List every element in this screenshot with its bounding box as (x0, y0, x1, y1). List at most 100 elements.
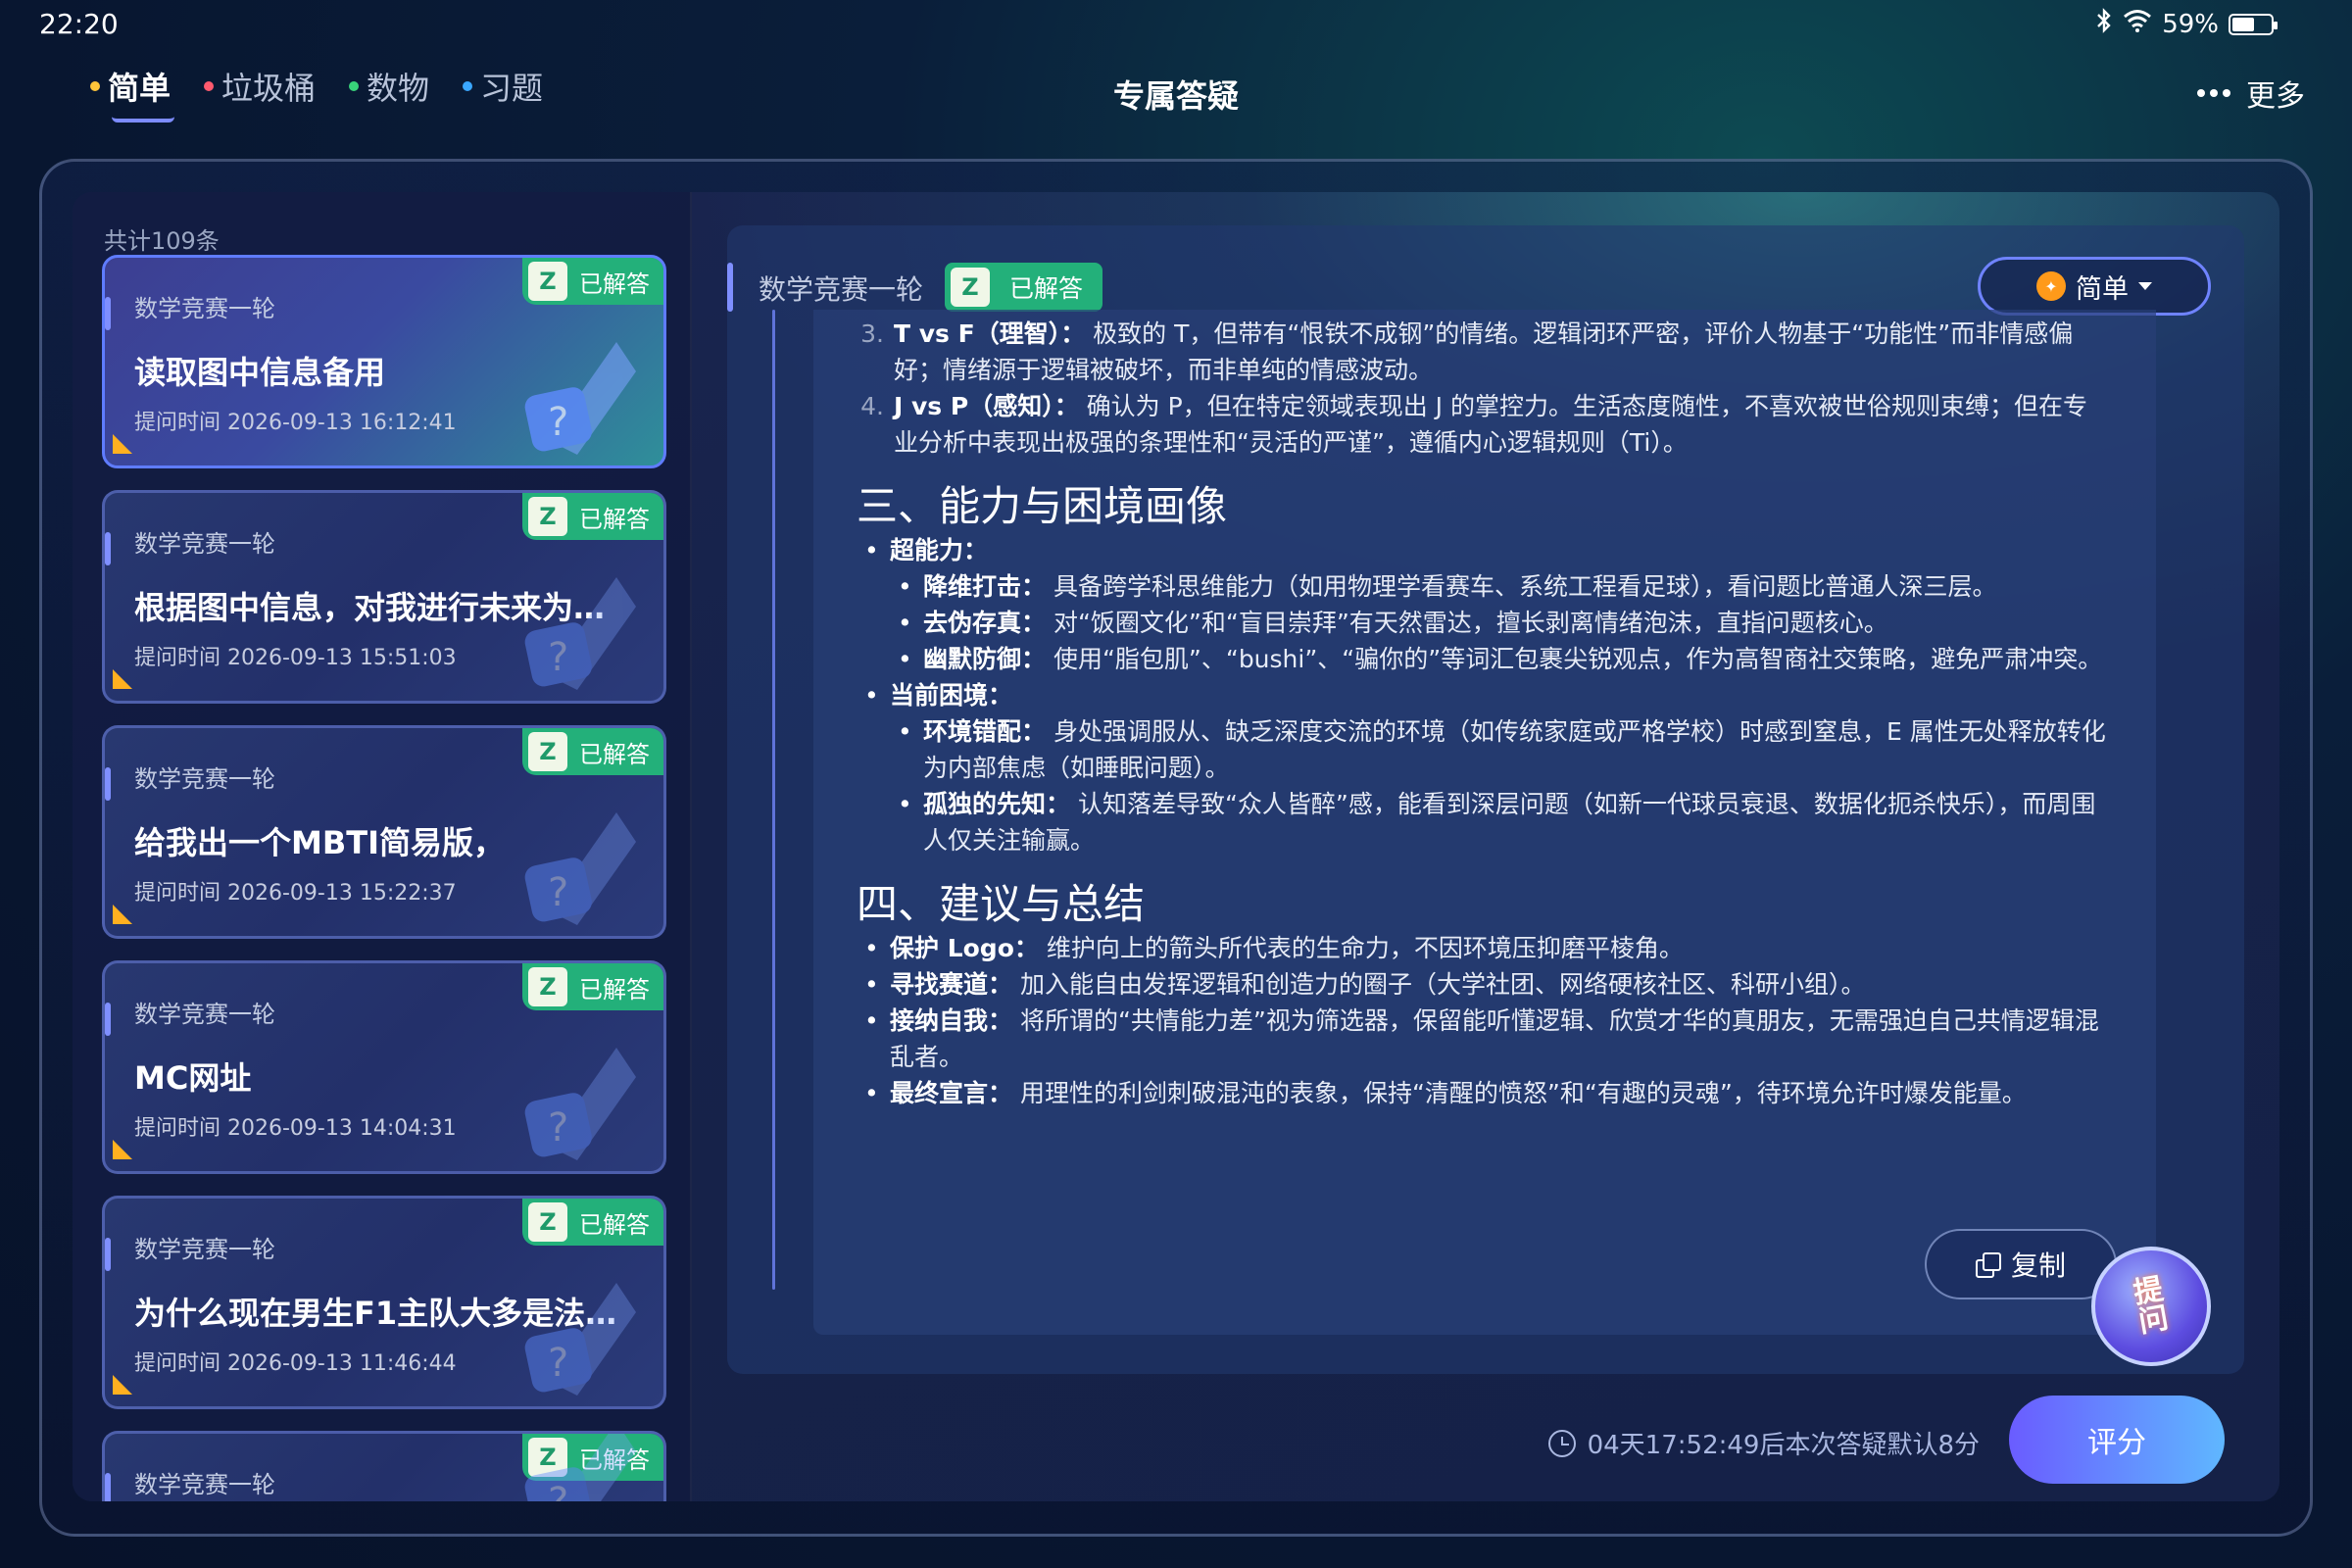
section-heading-3: 三、能力与困境画像 (857, 482, 1228, 530)
svg-text:?: ? (548, 1480, 568, 1501)
list-item: 超能力： 降维打击： 具备跨学科思维能力（如用物理学看赛车、系统工程看足球），看… (857, 532, 2109, 677)
question-illustration-icon: ? (518, 1028, 646, 1165)
question-card[interactable]: 数学竞赛一轮 给我出一个MBTI简易版， 提问时间 2026-09-13 15:22… (102, 725, 666, 939)
list-item: 降维打击： 具备跨学科思维能力（如用物理学看赛车、系统工程看足球），看问题比普通… (890, 568, 2109, 605)
total-count: 共计109条 (104, 227, 220, 255)
question-cards: 数学竞赛一轮 读取图中信息备用 提问时间 2026-09-13 16:12:41 Z 已… (102, 255, 666, 1501)
clock-time: 22:20 (39, 8, 119, 40)
top-nav: 简单 垃圾桶 数物 习题 专属答疑 更多 (0, 54, 2352, 132)
question-card[interactable]: 数学竞赛一轮 根据图中信息，对我进行未来为人规划 提问时间 2026-09-13 1… (102, 490, 666, 704)
list-item: 寻找赛道： 加入能自由发挥逻辑和创造力的圈子（大学社团、网络硬核社区、科研小组）… (857, 966, 2109, 1003)
answer-panel: 数学竞赛一轮 Z 已解答 ✦ 简单 3. T vs F（理智）： 极致的 T，但带… (727, 225, 2244, 1374)
more-label: 更多 (2246, 79, 2305, 114)
card-subject: 数学竞赛一轮 (134, 1236, 275, 1263)
more-button[interactable]: 更多 (2197, 72, 2305, 115)
main-panel: 共计109条 数学竞赛一轮 读取图中信息备用 提问时间 2026-09-13 16:… (73, 192, 2279, 1501)
z-icon: Z (528, 497, 567, 536)
list-item: 当前困境： 环境错配： 身处强调服从、缺乏深度交流的环境（如传统家庭或严格学校）… (857, 677, 2109, 858)
card-time: 提问时间 2026-09-13 11:46:44 (134, 1351, 457, 1376)
page-title: 专属答疑 (1112, 77, 1239, 115)
z-icon: Z (528, 967, 567, 1006)
question-illustration-icon: ? (518, 558, 646, 695)
section4-list: 保护 Logo： 维护向上的箭头所代表的生命力，不因环境压抑磨平棱角。寻找赛道：… (857, 930, 2109, 1111)
answer-subject: 数学竞赛一轮 (759, 273, 924, 306)
status-bar: 22:20 59% (0, 0, 2352, 49)
status-icons: 59% (2095, 8, 2278, 40)
coin-icon: ✦ (2036, 271, 2066, 301)
status-badge: Z 已解答 (522, 963, 663, 1010)
status-badge: Z 已解答 (522, 258, 663, 305)
section-heading-4: 四、建议与总结 (857, 880, 1146, 928)
question-card[interactable]: 数学竞赛一轮Z已解答? (102, 1431, 666, 1501)
card-time: 提问时间 2026-09-13 15:22:37 (134, 881, 457, 906)
corner-flag-icon (113, 1140, 132, 1159)
status-label: 已解答 (579, 505, 650, 533)
question-card[interactable]: 数学竞赛一轮为什么现在男生F1主队大多是法拉利或迈凯伦提问时间 2026-09-… (102, 1196, 666, 1409)
footer-bar: 04天17:52:49后本次答疑默认8分 评分 (727, 1382, 2244, 1490)
list-item: 环境错配： 身处强调服从、缺乏深度交流的环境（如传统家庭或严格学校）时感到窒息，… (890, 713, 2109, 786)
list-item: 4. J vs P（感知）： 确认为 P，但在特定领域表现出 J 的掌控力。生活态… (860, 392, 2087, 457)
z-icon: Z (528, 732, 567, 771)
ask-button[interactable]: 提问 (2091, 1247, 2211, 1366)
ordered-list: 3. T vs F（理智）： 极致的 T，但带有“恨铁不成钢”的情绪。逻辑闭环严密… (857, 316, 2109, 461)
status-badge: Z 已解答 (522, 728, 663, 775)
list-item: 孤独的先知： 认知落差导致“众人皆醉”感，能看到深层问题（如新一代球员衰退、数据… (890, 786, 2109, 858)
battery-percent: 59% (2162, 9, 2219, 39)
corner-flag-icon (113, 434, 132, 454)
question-illustration-icon: ? (518, 1263, 646, 1400)
ask-label: 提问 (2131, 1271, 2172, 1341)
question-illustration-icon: ? (518, 1434, 646, 1501)
svg-text:?: ? (548, 870, 568, 915)
countdown: 04天17:52:49后本次答疑默认8分 (1547, 1425, 1980, 1461)
answer-content[interactable]: 3. T vs F（理智）： 极致的 T，但带有“恨铁不成钢”的情绪。逻辑闭环严密… (813, 310, 2156, 1335)
svg-text:?: ? (548, 635, 568, 680)
battery-icon (2229, 13, 2278, 35)
list-item: 接纳自我： 将所谓的“共情能力差”视为筛选器，保留能听懂逻辑、欣赏才华的真朋友，… (857, 1003, 2109, 1075)
card-subject: 数学竞赛一轮 (134, 295, 275, 322)
corner-flag-icon (113, 905, 132, 924)
corner-flag-icon (113, 669, 132, 689)
rate-label: 评分 (2087, 1426, 2146, 1460)
level-label: 简单 (2076, 273, 2129, 305)
clock-icon (1547, 1429, 1576, 1457)
copy-button[interactable]: 复制 (1925, 1229, 2117, 1299)
card-subject: 数学竞赛一轮 (134, 1001, 275, 1028)
rate-button[interactable]: 评分 (2009, 1396, 2225, 1484)
status-label: 已解答 (579, 1210, 650, 1239)
card-subject: 数学竞赛一轮 (134, 530, 275, 558)
card-time: 提问时间 2026-09-13 14:04:31 (134, 1116, 457, 1141)
more-dots-icon (2197, 89, 2230, 97)
z-icon: Z (528, 262, 567, 301)
corner-flag-icon (113, 1375, 132, 1395)
list-item: 去伪存真： 对“饭圈文化”和“盲目崇拜”有天然雷达，擅长剥离情绪泡沫，直指问题核… (890, 605, 2109, 641)
card-time: 提问时间 2026-09-13 15:51:03 (134, 646, 457, 670)
card-subject: 数学竞赛一轮 (134, 765, 275, 793)
question-card[interactable]: 数学竞赛一轮 MC网址 提问时间 2026-09-13 14:04:31 Z 已解答? (102, 960, 666, 1174)
wifi-icon (2123, 9, 2152, 39)
list-item: 幽默防御： 使用“脂包肌”、“bushi”、“骗你的”等词汇包裹尖锐观点，作为高… (890, 641, 2109, 677)
z-icon: Z (528, 1202, 567, 1242)
svg-text:?: ? (548, 400, 568, 445)
status-label: 已解答 (579, 740, 650, 768)
list-item: 3. T vs F（理智）： 极致的 T，但带有“恨铁不成钢”的情绪。逻辑闭环严密… (860, 319, 2074, 384)
svg-text:?: ? (548, 1105, 568, 1151)
status-label: 已解答 (579, 975, 650, 1004)
bluetooth-icon (2095, 8, 2113, 40)
status-badge: Z 已解答 (522, 1199, 663, 1246)
card-subject: 数学竞赛一轮 (134, 1471, 275, 1498)
countdown-text: 04天17:52:49后本次答疑默认8分 (1587, 1431, 1980, 1460)
status-label: 已解答 (1009, 274, 1084, 303)
list-item: 保护 Logo： 维护向上的箭头所代表的生命力，不因环境压抑磨平棱角。 (857, 930, 2109, 966)
copy-label: 复制 (2010, 1250, 2066, 1282)
status-label: 已解答 (579, 270, 650, 298)
svg-text:?: ? (548, 1341, 568, 1386)
question-illustration-icon: ? (518, 793, 646, 930)
level-dropdown[interactable]: ✦ 简单 (1978, 257, 2211, 316)
status-badge: Z 已解答 (945, 263, 1103, 312)
caret-down-icon (2138, 282, 2152, 290)
question-illustration-icon: ? (518, 322, 646, 460)
question-list[interactable]: 共计109条 数学竞赛一轮 读取图中信息备用 提问时间 2026-09-13 16:… (73, 192, 692, 1501)
question-card[interactable]: 数学竞赛一轮 读取图中信息备用 提问时间 2026-09-13 16:12:41 Z 已… (102, 255, 666, 468)
battery-fill (2232, 17, 2255, 31)
copy-icon (1975, 1252, 2001, 1278)
